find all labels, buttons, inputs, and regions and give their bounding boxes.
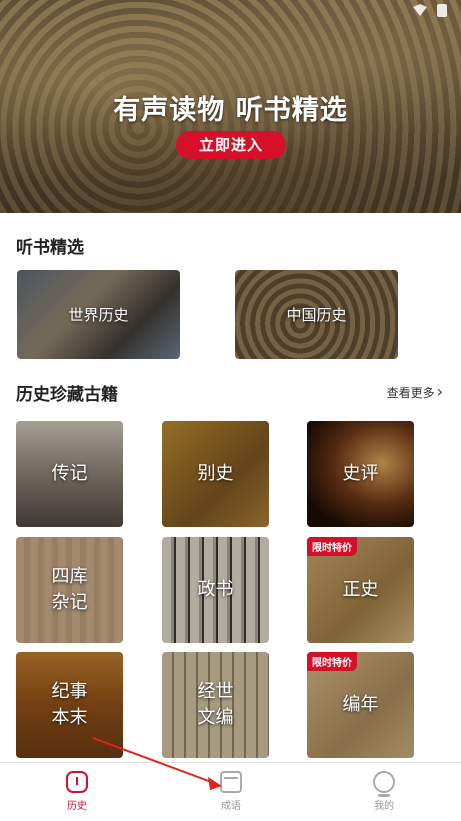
tab-idiom[interactable]: 成语 <box>191 771 271 812</box>
book-card-label: 史评 <box>307 421 414 527</box>
profile-icon <box>373 771 395 797</box>
book-card-bieshi[interactable]: 别史 <box>162 421 269 527</box>
listen-card-label: 世界历史 <box>17 270 180 359</box>
book-card-zhengshi[interactable]: 限时特价 正史 <box>307 537 414 643</box>
book-card-zhengshu[interactable]: 政书 <box>162 537 269 643</box>
tab-label: 历史 <box>67 801 87 812</box>
listen-section-title: 听书精选 <box>16 238 84 258</box>
banner-title: 有声读物 听书精选 <box>113 95 348 126</box>
book-card-jingshi[interactable]: 经世 文编 <box>162 652 269 758</box>
book-card-label: 别史 <box>162 421 269 527</box>
enter-now-button[interactable]: 立即进入 <box>176 131 286 159</box>
tab-label: 成语 <box>221 801 241 812</box>
tab-label: 我的 <box>374 801 394 812</box>
wifi-icon <box>413 4 427 16</box>
bottom-tab-bar: 历史 成语 我的 <box>0 762 461 821</box>
listen-card-label: 中国历史 <box>235 270 398 359</box>
book-card-label: 政书 <box>162 537 269 643</box>
limited-offer-badge: 限时特价 <box>307 652 357 671</box>
book-card-label: 纪事 本末 <box>16 652 123 758</box>
view-more-link[interactable]: 查看更多 <box>387 382 443 401</box>
listen-card-china-history[interactable]: 中国历史 <box>235 270 398 359</box>
tab-mine[interactable]: 我的 <box>344 771 424 812</box>
book-card-biography[interactable]: 传记 <box>16 421 123 527</box>
book-card-label: 传记 <box>16 421 123 527</box>
tab-history[interactable]: 历史 <box>37 771 117 812</box>
status-bar <box>413 4 447 17</box>
banner[interactable]: 有声读物 听书精选 立即进入 <box>0 0 461 213</box>
book-card-shiping[interactable]: 史评 <box>307 421 414 527</box>
book-card-jishi[interactable]: 纪事 本末 <box>16 652 123 758</box>
books-section-title: 历史珍藏古籍 <box>16 385 118 405</box>
book-card-biannian[interactable]: 限时特价 编年 <box>307 652 414 758</box>
history-icon <box>66 771 88 793</box>
limited-offer-badge: 限时特价 <box>307 537 357 556</box>
book-card-siku[interactable]: 四库 杂记 <box>16 537 123 643</box>
battery-icon <box>437 4 447 17</box>
book-card-label: 四库 杂记 <box>16 537 123 643</box>
book-icon <box>220 771 242 793</box>
listen-card-world-history[interactable]: 世界历史 <box>17 270 180 359</box>
book-card-label: 经世 文编 <box>162 652 269 758</box>
